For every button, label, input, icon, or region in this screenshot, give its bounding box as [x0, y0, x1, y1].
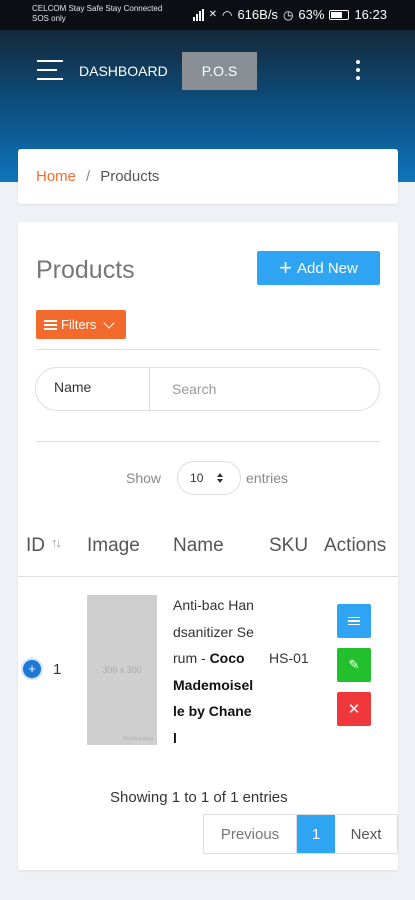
alarm-icon: ◷ [282, 7, 294, 22]
add-new-label: Add New [296, 259, 358, 277]
chevron-down-icon [103, 316, 116, 329]
sort-arrows-icon [217, 473, 224, 483]
pagination: Previous 1 Next [203, 814, 398, 854]
edit-icon: ✎ [348, 657, 360, 672]
search-bar: Name [35, 367, 380, 411]
carrier-line-2: SOS only [32, 14, 66, 23]
search-field-selector[interactable]: Name [36, 368, 150, 410]
product-image-placeholder: 300 x 300 [102, 665, 142, 675]
page-1-button[interactable]: 1 [297, 815, 335, 853]
filters-button[interactable]: Filters [36, 310, 126, 339]
column-header-actions: Actions [324, 535, 387, 556]
close-icon: ✕ [347, 701, 361, 718]
column-header-image: Image [87, 535, 140, 556]
breadcrumb-home[interactable]: Home [36, 168, 76, 185]
no-signal-icon: ✕ [208, 9, 217, 20]
status-bar: CELCOM Stay Safe Stay Connected SOS only… [0, 0, 415, 30]
clock: 16:23 [354, 7, 387, 22]
wifi-icon: ◠ [221, 7, 233, 22]
breadcrumb: Home / Products [18, 149, 398, 204]
entries-length-control: Show 10 entries [126, 461, 288, 495]
product-image-watermark: thumbnail.jpg [123, 736, 153, 742]
status-icons: ✕ ◠ 616B/s ◷ 63% 16:23 [192, 7, 387, 22]
show-label: Show [126, 470, 162, 486]
cell-name: Anti-bac Handsanitizer Serum - Coco Made… [173, 592, 255, 751]
search-input[interactable] [150, 368, 379, 410]
lines-icon [44, 318, 57, 332]
filters-label: Filters [61, 317, 97, 332]
page-title: Products [36, 256, 135, 284]
entries-select-value: 10 [190, 471, 204, 485]
entries-select[interactable]: 10 [177, 461, 242, 495]
cell-id: 1 [53, 661, 62, 678]
add-new-button[interactable]: + Add New [257, 251, 380, 285]
carrier-text: CELCOM Stay Safe Stay Connected SOS only [32, 4, 162, 24]
pos-button[interactable]: P.O.S [182, 52, 257, 90]
product-image: 300 x 300 thumbnail.jpg [87, 595, 157, 745]
table-info: Showing 1 to 1 of 1 entries [110, 789, 288, 806]
previous-page-button[interactable]: Previous [204, 815, 297, 853]
edit-button[interactable]: ✎ [337, 648, 371, 682]
divider [36, 349, 380, 350]
entries-label: entries [246, 470, 289, 486]
battery-percent: 63% [298, 7, 325, 22]
network-speed: 616B/s [237, 7, 278, 22]
plus-icon: + [279, 255, 292, 280]
next-page-button[interactable]: Next [335, 815, 397, 853]
cell-sku: HS-01 [269, 650, 309, 666]
column-header-id[interactable]: ID [26, 535, 45, 557]
delete-button[interactable]: ✕ [337, 692, 371, 726]
breadcrumb-separator: / [86, 168, 91, 185]
carrier-line-1: CELCOM Stay Safe Stay Connected [32, 4, 163, 13]
kebab-icon[interactable] [355, 60, 361, 80]
list-icon [348, 615, 360, 628]
view-button[interactable] [337, 604, 371, 638]
column-header-sku[interactable]: SKU [269, 535, 308, 557]
battery-icon [329, 9, 350, 20]
dashboard-link[interactable]: DASHBOARD [79, 63, 168, 79]
sort-icon[interactable]: ↑↓ [51, 535, 62, 550]
divider [36, 441, 380, 442]
breadcrumb-current: Products [100, 168, 160, 185]
hamburger-icon[interactable] [37, 60, 63, 80]
column-header-name[interactable]: Name [173, 535, 224, 557]
table-header-divider [18, 576, 398, 577]
row-expand-button[interactable]: + [23, 660, 41, 678]
signal-icon [192, 8, 204, 21]
